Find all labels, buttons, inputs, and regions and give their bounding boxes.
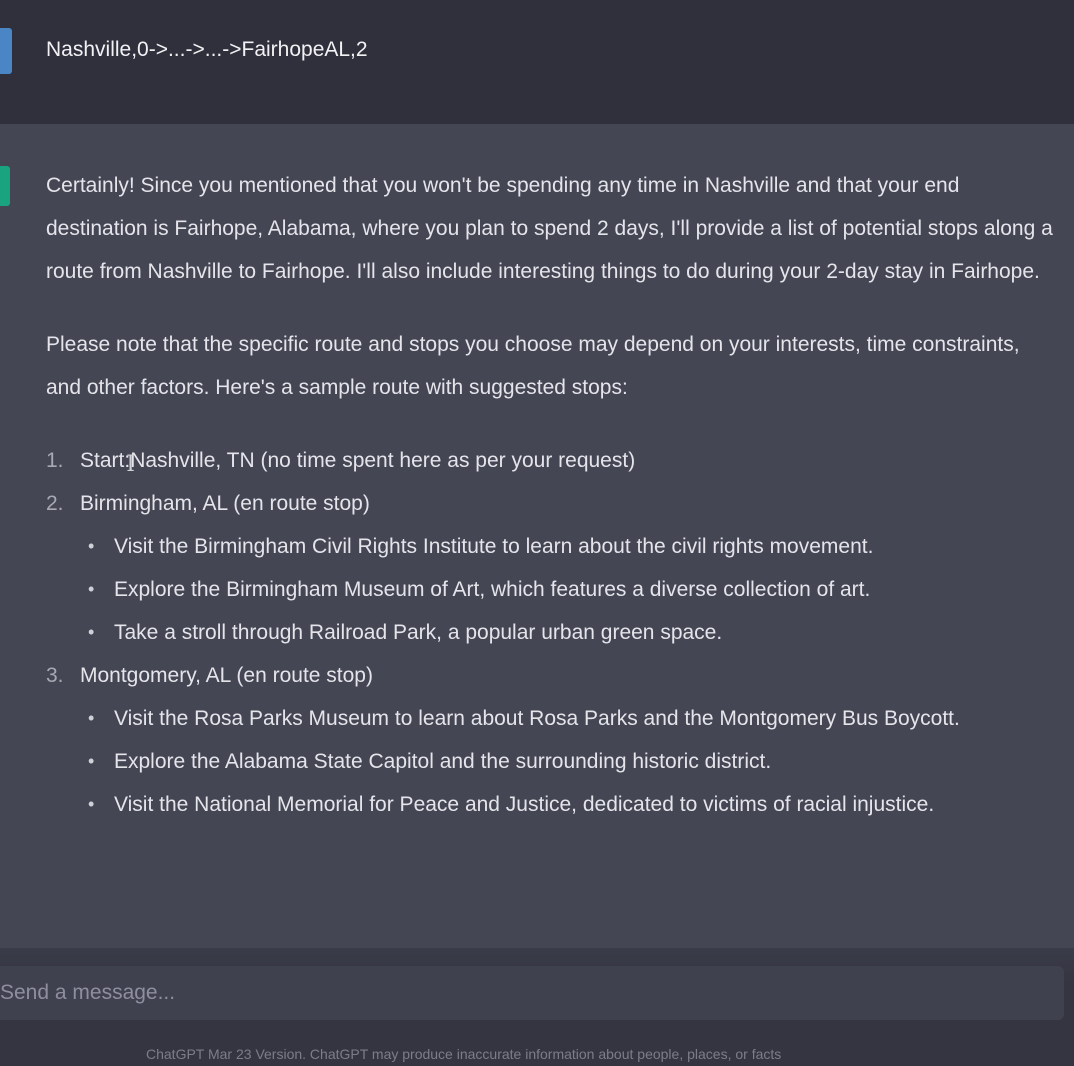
route-stop: 3. Montgomery, AL (en route stop) Visit … [46,654,1056,826]
route-stop-label: Montgomery, AL (en route stop) [80,664,373,687]
activity-item: Explore the Alabama State Capitol and th… [80,740,1056,783]
user-avatar [0,28,12,74]
route-stop-label: Birmingham, AL (en route stop) [80,492,370,515]
route-stop: 2. Birmingham, AL (en route stop) Visit … [46,482,1056,654]
assistant-message-body: Certainly! Since you mentioned that you … [46,164,1056,826]
assistant-intro-paragraph: Certainly! Since you mentioned that you … [46,174,1053,283]
route-stop-number: 1. [46,449,64,472]
message-input[interactable] [0,978,1000,1008]
message-composer: ChatGPT Mar 23 Version. ChatGPT may prod… [0,948,1074,1066]
assistant-message-row: Certainly! Since you mentioned that you … [0,124,1074,1024]
activity-list: Visit the Rosa Parks Museum to learn abo… [80,697,1056,826]
route-list: 1. Start:Nashville, TN (no time spent he… [46,439,1056,826]
activity-item: Visit the Birmingham Civil Rights Instit… [80,525,1056,568]
activity-item: Explore the Birmingham Museum of Art, wh… [80,568,1056,611]
route-stop-number: 2. [46,492,64,515]
user-message-row: Nashville,0->...->...->FairhopeAL,2 [0,0,1074,124]
activity-item: Take a stroll through Railroad Park, a p… [80,611,1056,654]
activity-list: Visit the Birmingham Civil Rights Instit… [80,525,1056,654]
route-stop-number: 3. [46,664,64,687]
route-stop-label-prefix: Start: [80,449,131,472]
activity-item: Visit the Rosa Parks Museum to learn abo… [80,697,1056,740]
activity-item: Visit the National Memorial for Peace an… [80,783,1056,826]
version-disclaimer: ChatGPT Mar 23 Version. ChatGPT may prod… [146,1046,782,1062]
message-input-box[interactable] [0,966,1064,1020]
user-message-text: Nashville,0->...->...->FairhopeAL,2 [46,38,368,61]
assistant-avatar [0,166,10,206]
chat-page: Nashville,0->...->...->FairhopeAL,2 Cert… [0,0,1074,1066]
route-stop: 1. Start:Nashville, TN (no time spent he… [46,439,1056,486]
route-stop-label: Nashville, TN (no time spent here as per… [130,449,636,472]
assistant-note-paragraph: Please note that the specific route and … [46,333,1020,399]
